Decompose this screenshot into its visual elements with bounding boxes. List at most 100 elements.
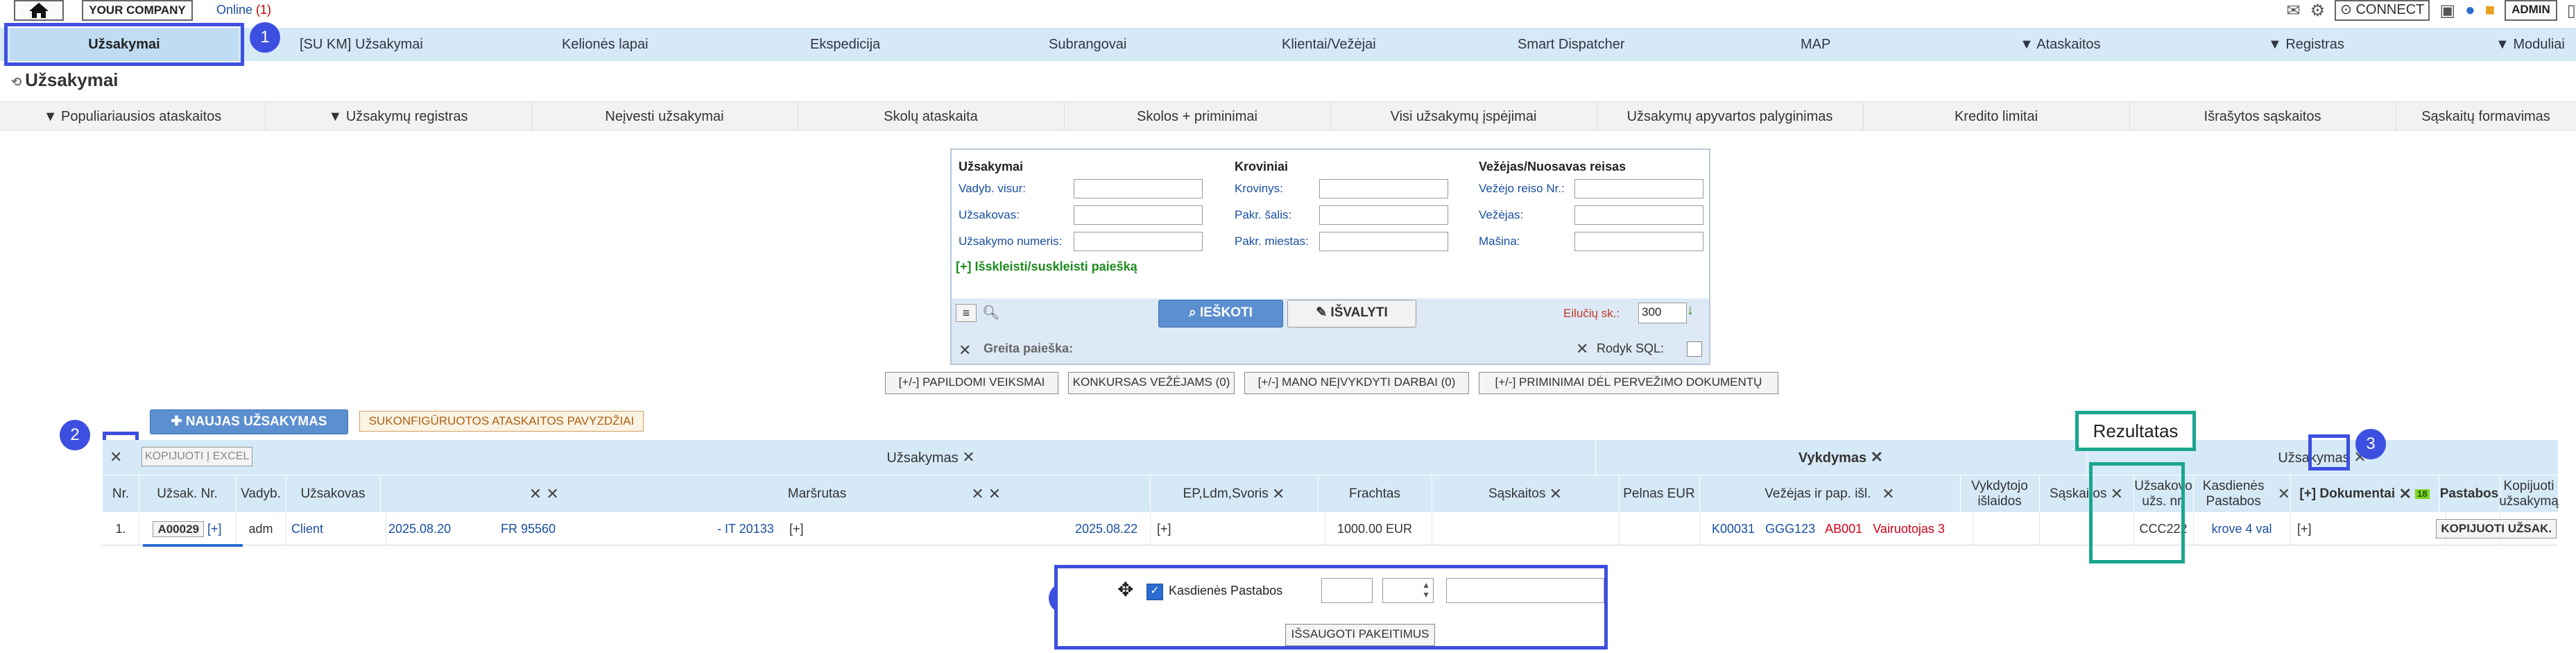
cargo-input[interactable] (1319, 179, 1448, 198)
col-documents[interactable]: [+] Dokumentai ✕ 18 (2290, 475, 2439, 513)
group-execution-tools-icon[interactable]: ✕ (1871, 448, 1883, 466)
subnav-credit-limits[interactable]: Kredito limitai (1863, 102, 2130, 131)
client-input[interactable] (1074, 205, 1203, 225)
order-number-input[interactable] (1074, 232, 1203, 251)
vehicle-input[interactable] (1574, 232, 1703, 251)
column-title-input[interactable] (1446, 578, 1604, 603)
extra-actions-button[interactable]: [+/-] PAPILDOMI VEIKSMAI (885, 372, 1058, 394)
ep-tools-icon[interactable]: ✕ (1272, 485, 1285, 502)
loading-city-input[interactable] (1319, 232, 1448, 251)
subnav-debt-reminders[interactable]: Skolos + priminimai (1064, 102, 1331, 131)
col-order-no[interactable]: Užsak. Nr. (139, 475, 237, 513)
daily-notes-checkbox[interactable]: ✓ (1147, 584, 1163, 600)
stepper-arrows-icon[interactable]: ▲ ▼ (1422, 580, 1430, 600)
carrier-trip-input[interactable] (1574, 179, 1703, 198)
group-order-tools-icon[interactable]: ✕ (962, 448, 974, 466)
col-freight[interactable]: Frachtas (1318, 475, 1432, 513)
chat-icon[interactable]: ● (2465, 1, 2475, 20)
history-icon[interactable]: ⟲ (11, 75, 25, 89)
expand-search-toggle[interactable]: [+] Išskleisti/suskleisti paiešką (956, 260, 1137, 274)
carrier-tools-icon[interactable]: ✕ (1882, 485, 1894, 502)
invoices-tools-icon[interactable]: ✕ (1549, 485, 1562, 502)
nav-ekspedicija[interactable]: Ekspedicija (810, 28, 880, 61)
nav-moduliai[interactable]: ▼ Moduliai (2496, 28, 2565, 61)
nav-subrangovai[interactable]: Subrangovai (1049, 28, 1126, 61)
my-unfinished-tasks-button[interactable]: [+/-] MANO NEĮVYKDYTI DARBAI (0) (1244, 372, 1469, 394)
route-to[interactable]: - IT 20133 (717, 512, 774, 545)
manager-input[interactable] (1074, 179, 1203, 198)
nav-su-km-uzsakymai[interactable]: [SU KM] Užsakymai (300, 28, 423, 61)
loading-country-input[interactable] (1319, 205, 1448, 225)
copy-excel-button[interactable]: KOPIJUOTI Į EXCEL (141, 447, 253, 466)
cell-documents[interactable]: [+] (2290, 512, 2446, 545)
clear-button[interactable]: ✎ IŠVALYTI (1287, 300, 1416, 328)
rows-per-page-input[interactable]: 300 (1638, 303, 1687, 323)
column-settings-icon[interactable]: ✕ (110, 448, 122, 466)
nav-registras[interactable]: ▼ Registras (2268, 28, 2344, 61)
route-expand-link[interactable]: [+] (789, 512, 804, 545)
online-users-link[interactable]: Online (1) (216, 3, 271, 17)
subnav-turnover-comparison[interactable]: Užsakymų apyvartos palyginimas (1597, 102, 1864, 131)
home-button[interactable] (14, 0, 64, 21)
nav-kelionės-lapai[interactable]: Kelionės lapai (562, 28, 649, 61)
col-daily-notes[interactable]: Kasdienės Pastabos ✕ (2193, 475, 2291, 513)
route-tools-icons-right[interactable]: ✕ ✕ (971, 485, 1001, 502)
move-icon[interactable]: ✥ (1117, 578, 1133, 601)
col-route[interactable]: ✕ ✕ Maršrutas ✕ ✕ (380, 475, 1151, 513)
carrier-code[interactable]: K00031 (1712, 522, 1755, 536)
col-client[interactable]: Užsakovas (286, 475, 381, 513)
carrier-input[interactable] (1574, 205, 1703, 225)
order-no-button[interactable]: A00029 (153, 521, 205, 537)
cell-client[interactable]: Client (286, 512, 386, 545)
documents-tools-icon[interactable]: ✕ (2398, 485, 2411, 502)
subnav-order-register[interactable]: ▼ Užsakymų registras (265, 102, 532, 131)
show-sql-checkbox[interactable] (1687, 341, 1702, 357)
table-row[interactable]: 1. A00029 [+] adm Client 2025.08.20 FR 9… (103, 512, 2558, 545)
quick-search-label[interactable]: Greita paieška: (984, 341, 1073, 356)
subnav-debt-report[interactable]: Skolų ataskaita (798, 102, 1065, 131)
connect-button[interactable]: ⊙ CONNECT (2335, 0, 2430, 21)
col-ep-ldm-weight[interactable]: EP,Ldm,Svoris ✕ (1150, 475, 1319, 513)
ai-icon[interactable]: ▣ (2439, 1, 2455, 21)
trailer-number[interactable]: AB001 (1825, 522, 1862, 536)
subnav-unentered-orders[interactable]: Neįvesti užsakymai (531, 102, 798, 131)
col-notes[interactable]: Pastabos (2439, 475, 2500, 513)
nav-klientai-vezejai[interactable]: Klientai/Vežėjai (1282, 28, 1376, 61)
carrier-tender-button[interactable]: KONKURSAS VEŽĖJAMS (0) (1068, 372, 1235, 394)
order-expand-link[interactable]: [+] (207, 522, 222, 536)
subnav-order-warnings[interactable]: Visi užsakymų įspėjimai (1330, 102, 1597, 131)
zoom-icon[interactable]: 🔍︎ (982, 304, 999, 321)
route-tools-icons[interactable]: ✕ ✕ (529, 485, 559, 502)
subnav-popular-reports[interactable]: ▼ Populiariausios ataskaitos (0, 102, 266, 131)
folder-icon[interactable]: ■ (2485, 1, 2496, 20)
col-profit[interactable]: Pelnas EUR (1619, 475, 1700, 513)
nav-map[interactable]: MAP (1801, 28, 1830, 61)
new-order-button[interactable]: ✚ NAUJAS UŽSAKYMAS (150, 409, 348, 434)
column-width-input[interactable] (1321, 578, 1373, 603)
company-button[interactable]: YOUR COMPANY (82, 0, 193, 21)
logout-icon[interactable]: ▯ (2567, 1, 2576, 21)
truck-number[interactable]: GGG123 (1765, 522, 1815, 536)
cell-daily-notes[interactable]: krove 4 val (2193, 512, 2291, 545)
cell-ep[interactable]: [+] (1150, 512, 1325, 545)
nav-smart-dispatcher[interactable]: Smart Dispatcher (1518, 28, 1625, 61)
mail-icon[interactable]: ✉ (2287, 1, 2301, 21)
menu-icon[interactable]: ≡ (956, 304, 977, 322)
copy-order-button[interactable]: KOPIJUOTI UŽSAK. (2436, 519, 2557, 538)
report-examples-button[interactable]: SUKONFIGŪRUOTOS ATASKAITOS PAVYZDŽIAI (359, 411, 644, 432)
sort-icon[interactable]: ↓ (1687, 303, 1694, 319)
transport-doc-reminders-button[interactable]: [+/-] PRIMINIMAI DĖL PERVEŽIMO DOKUMENTŲ (1479, 372, 1778, 394)
search-button[interactable]: ⌕ IEŠKOTI (1158, 300, 1283, 328)
driver-name[interactable]: Vairuotojas 3 (1873, 522, 1945, 536)
gear-icon[interactable]: ⚙ (2310, 1, 2326, 21)
subnav-issued-invoices[interactable]: Išrašytos sąskaitos (2129, 102, 2396, 131)
daily-notes-tools-icon[interactable]: ✕ (2278, 485, 2290, 502)
admin-button[interactable]: ADMIN (2505, 0, 2557, 21)
column-order-stepper[interactable]: ▲ ▼ (1382, 578, 1434, 603)
col-manager[interactable]: Vadyb. (236, 475, 286, 513)
col-carrier[interactable]: Vežėjas ir pap. išl. ✕ (1699, 475, 1961, 513)
col-invoices[interactable]: Sąskaitos ✕ (1432, 475, 1620, 513)
save-changes-button[interactable]: IŠSAUGOTI PAKEITIMUS (1285, 624, 1435, 646)
route-from[interactable]: FR 95560 (501, 512, 556, 545)
nav-ataskaitos[interactable]: ▼ Ataskaitos (2020, 28, 2101, 61)
